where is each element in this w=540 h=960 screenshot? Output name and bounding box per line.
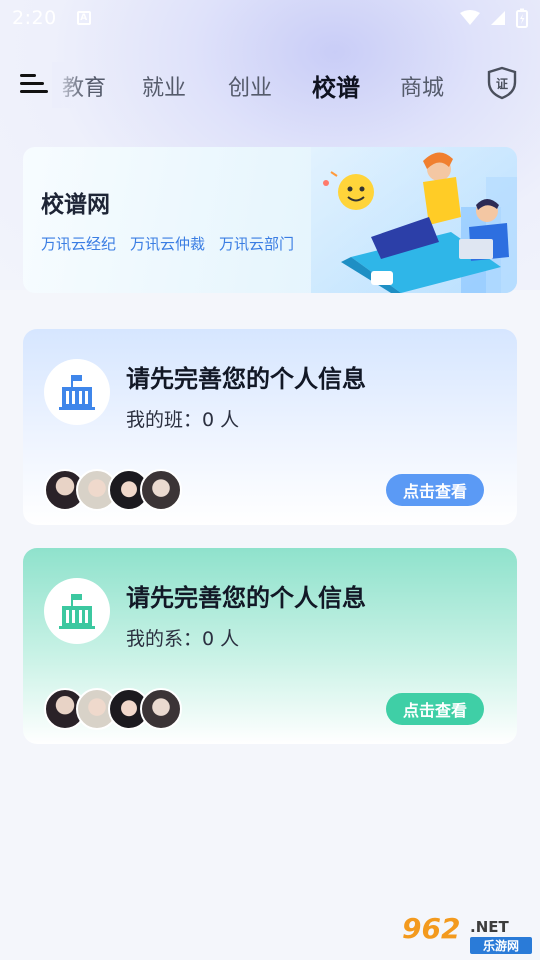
watermark-number: 962 — [402, 912, 460, 945]
class-count: 我的班：0 人 — [126, 409, 240, 431]
top-nav: 教育 就业 创业 校谱 商城 证 — [0, 62, 540, 108]
banner-links: 万讯云经纪 万讯云仲裁 万讯云部门 — [41, 233, 294, 254]
avatar-group — [44, 688, 194, 732]
class-building-icon-circle — [44, 359, 110, 425]
banner-title: 校谱网 — [41, 192, 110, 218]
avatar — [140, 469, 182, 511]
avatar — [140, 688, 182, 730]
shield-label: 证 — [496, 77, 508, 91]
menu-icon-line — [20, 74, 36, 77]
banner-illustration — [311, 147, 517, 293]
view-class-button[interactable]: 点击查看 — [386, 474, 484, 506]
banner-link-department[interactable]: 万讯云部门 — [219, 233, 294, 254]
card-title: 请先完善您的个人信息 — [126, 584, 366, 612]
banner-link-arbitration[interactable]: 万讯云仲裁 — [130, 233, 205, 254]
watermark-suffix: .NET — [470, 918, 509, 936]
watermark-logo: 962 .NET 乐游网 — [402, 912, 532, 954]
certificate-shield-button[interactable]: 证 — [486, 66, 518, 100]
menu-button[interactable] — [20, 72, 50, 96]
department-building-icon-circle — [44, 578, 110, 644]
tab-mall[interactable]: 商城 — [400, 70, 444, 102]
status-bar: 2:20 A — [0, 0, 540, 36]
wifi-icon — [460, 10, 480, 25]
avatar-group — [44, 469, 194, 513]
class-info-card[interactable]: 请先完善您的个人信息 我的班：0 人 点击查看 — [23, 329, 517, 525]
a-notification-icon: A — [76, 11, 91, 25]
watermark-text: 乐游网 — [483, 938, 519, 953]
battery-icon — [516, 8, 528, 28]
building-icon — [59, 594, 95, 629]
tab-xiaopu[interactable]: 校谱 — [312, 68, 360, 103]
shield-icon: 证 — [487, 66, 517, 100]
status-icons — [460, 8, 528, 28]
menu-icon-line — [20, 90, 48, 93]
tab-employment[interactable]: 就业 — [142, 70, 186, 102]
banner-link-broker[interactable]: 万讯云经纪 — [41, 233, 116, 254]
signal-icon — [491, 11, 505, 25]
tab-entrepreneurship[interactable]: 创业 — [228, 70, 272, 102]
tab-fade — [52, 62, 86, 108]
status-time: 2:20 — [12, 7, 57, 29]
building-icon — [59, 375, 95, 410]
department-info-card[interactable]: 请先完善您的个人信息 我的系：0 人 点击查看 — [23, 548, 517, 744]
view-department-button[interactable]: 点击查看 — [386, 693, 484, 725]
card-title: 请先完善您的个人信息 — [126, 365, 366, 393]
department-count: 我的系：0 人 — [126, 628, 240, 650]
xiaopu-banner[interactable]: 校谱网 万讯云经纪 万讯云仲裁 万讯云部门 — [23, 147, 517, 293]
menu-icon-line — [20, 82, 44, 85]
